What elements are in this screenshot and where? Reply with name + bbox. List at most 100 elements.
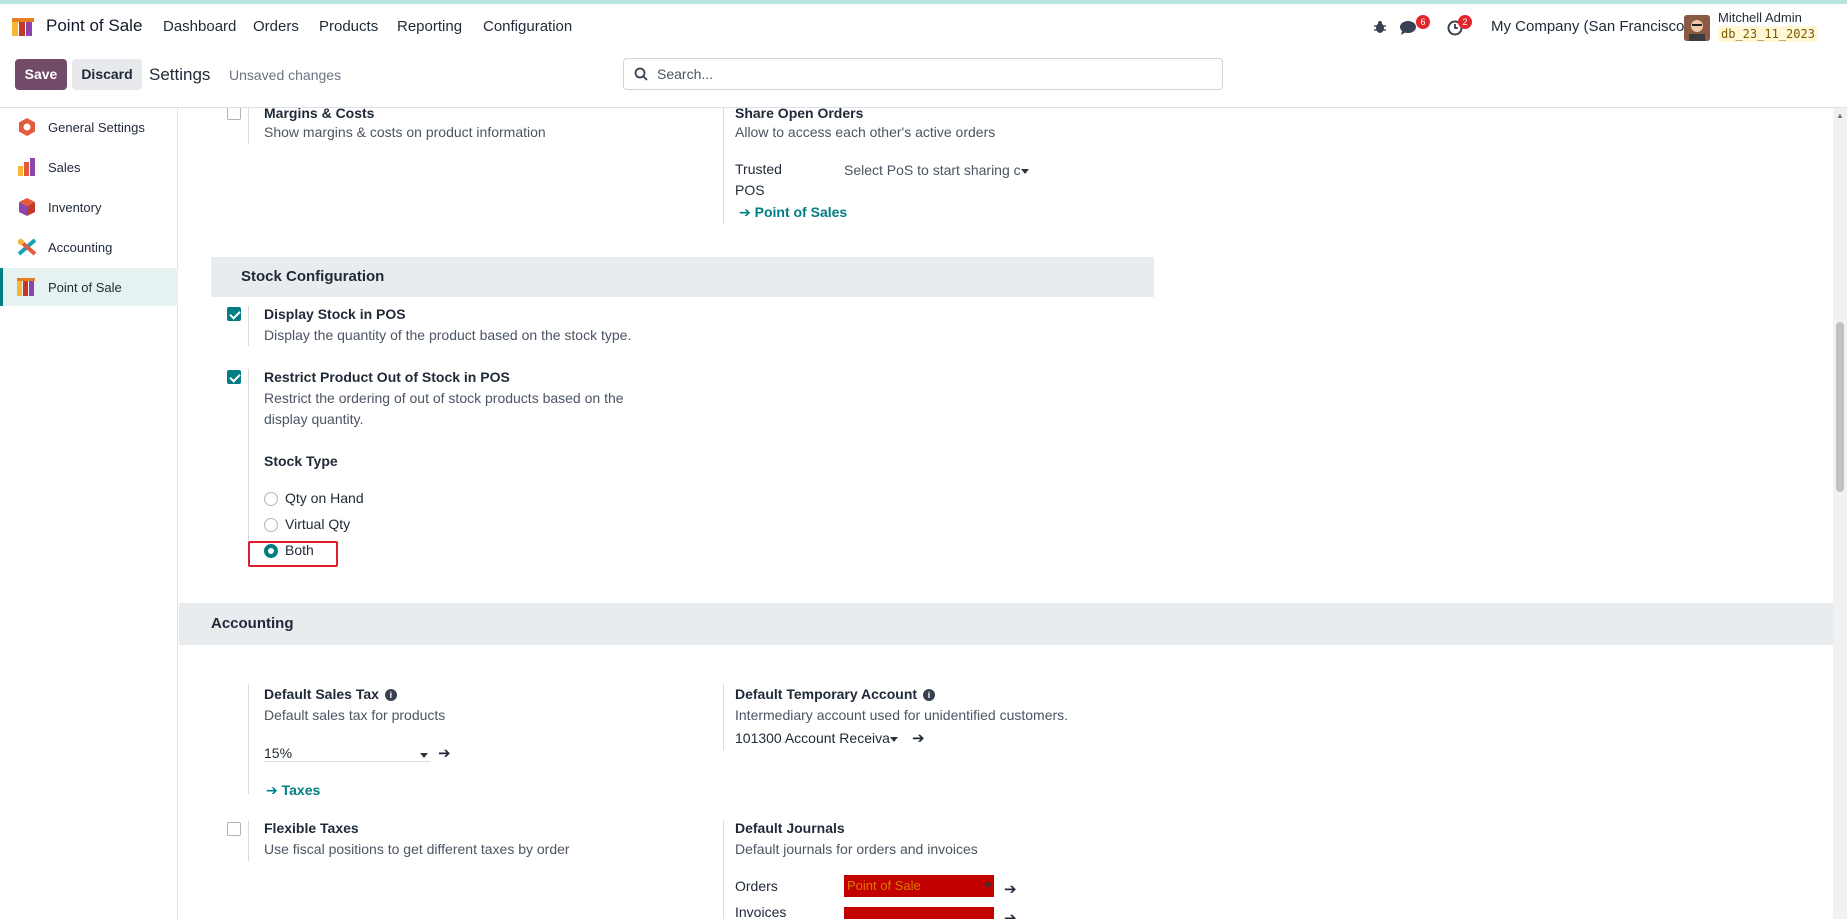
margins-costs-checkbox[interactable] [227,108,241,120]
sidebar-item-accounting[interactable]: Accounting [0,228,178,266]
sidebar-item-point-of-sale[interactable]: Point of Sale [0,268,178,306]
internal-link-arrow-icon[interactable]: ➔ [438,744,451,762]
accounting-section: Accounting [179,603,1833,645]
flexible-taxes-desc: Use fiscal positions to get different ta… [264,841,570,857]
taxes-link-label: Taxes [281,782,321,798]
stock-type-option-label[interactable]: Qty on Hand [285,490,364,506]
search-input[interactable]: Search... [657,66,713,82]
default-temp-account-desc: Intermediary account used for unidentifi… [735,707,1069,723]
company-switcher[interactable]: My Company (San Francisco) [1491,18,1689,35]
scroll-up-arrow-icon[interactable]: ▲ [1836,111,1844,120]
general-settings-icon [19,118,35,136]
vertical-scrollbar[interactable]: ▲ [1833,108,1847,919]
control-panel: Save Discard Settings Unsaved changes Se… [0,50,1847,108]
highlight-box [248,541,338,567]
stock-type-label: Stock Type [264,453,338,469]
section-title: Accounting [211,615,294,632]
setting-divider [248,369,249,567]
display-stock-title: Display Stock in POS [264,306,406,322]
menu-products[interactable]: Products [319,18,378,35]
discard-button[interactable]: Discard [72,59,142,90]
save-button[interactable]: Save [15,59,67,90]
default-temp-account-title: Default Temporary Account i [735,686,936,702]
menu-reporting[interactable]: Reporting [397,18,462,35]
internal-link-arrow-icon[interactable]: ➔ [1004,880,1017,898]
internal-link-arrow-icon[interactable]: ➔ [912,729,925,747]
menu-configuration[interactable]: Configuration [483,18,572,35]
sidebar-item-sales[interactable]: Sales [0,148,178,186]
settings-sidebar: General Settings Sales Inventory Account… [0,108,178,919]
default-sales-tax-select[interactable]: 15% [264,745,430,762]
point-of-sale-icon [17,278,35,296]
restrict-stock-desc-2: display quantity. [264,411,364,427]
trusted-pos-select[interactable]: Select PoS to start sharing c [844,162,1029,178]
sidebar-item-general-settings[interactable]: General Settings [0,108,178,146]
setting-divider [248,108,249,144]
setting-divider [248,684,249,794]
dropdown-caret-icon [889,736,898,742]
sidebar-item-label: Accounting [48,240,113,255]
setting-divider [723,821,724,919]
share-open-orders-title: Share Open Orders [735,108,864,121]
margins-costs-title: Margins & Costs [264,108,375,121]
info-icon[interactable]: i [923,689,936,701]
default-temp-account-select[interactable]: 101300 Account Receiva [735,730,898,746]
section-title: Stock Configuration [241,268,385,285]
margins-costs-desc: Show margins & costs on product informat… [264,124,546,140]
user-avatar[interactable] [1684,15,1710,41]
sidebar-item-label: General Settings [48,120,145,135]
flexible-taxes-title: Flexible Taxes [264,820,359,836]
setting-divider [248,821,249,861]
default-sales-tax-title-text: Default Sales Tax [264,686,379,702]
default-sales-tax-value: 15% [264,745,293,761]
default-journals-title: Default Journals [735,820,845,836]
orders-journal-value: Point of Sale [847,878,921,893]
sidebar-item-inventory[interactable]: Inventory [0,188,178,226]
messages-badge: 6 [1416,15,1430,29]
internal-link-arrow-icon[interactable]: ➔ [1004,909,1017,919]
menu-dashboard[interactable]: Dashboard [163,18,236,35]
database-name: db_23_11_2023 [1718,26,1818,42]
menu-orders[interactable]: Orders [253,18,299,35]
search-icon [634,67,648,81]
default-sales-tax-title: Default Sales Tax i [264,686,397,702]
point-of-sales-link-label: Point of Sales [754,204,848,220]
restrict-stock-checkbox[interactable] [227,370,241,384]
point-of-sale-logo-icon[interactable] [12,18,36,38]
user-name[interactable]: Mitchell Admin [1718,10,1802,25]
unsaved-changes-indicator: Unsaved changes [229,67,342,83]
trusted-pos-placeholder: Select PoS to start sharing c [844,162,1021,178]
taxes-link[interactable]: ➔ Taxes [266,782,320,799]
search-box[interactable]: Search... [623,58,1223,90]
stock-type-option-label[interactable]: Virtual Qty [285,516,350,532]
point-of-sales-link[interactable]: ➔ Point of Sales [739,204,847,221]
bug-icon[interactable] [1373,20,1387,34]
default-sales-tax-desc: Default sales tax for products [264,707,446,723]
sidebar-item-label: Point of Sale [48,280,122,295]
trusted-pos-label-2: POS [735,182,765,198]
info-icon[interactable]: i [384,689,397,701]
default-journals-desc: Default journals for orders and invoices [735,841,978,857]
display-stock-desc: Display the quantity of the product base… [264,327,632,343]
display-stock-checkbox[interactable] [227,307,241,321]
invoices-journal-select[interactable] [844,907,994,919]
trusted-pos-label: Trusted [735,161,782,177]
app-name[interactable]: Point of Sale [46,16,142,36]
stock-type-radio-virtual-qty[interactable] [264,518,278,532]
dropdown-caret-icon [984,883,992,888]
settings-content: Margins & Costs Show margins & costs on … [179,108,1833,919]
share-open-orders-desc: Allow to access each other's active orde… [735,124,996,140]
inventory-icon [19,198,35,216]
scrollbar-thumb[interactable] [1836,322,1844,492]
orders-journal-label: Orders [735,878,778,894]
setting-divider [723,108,724,224]
orders-journal-select[interactable]: Point of Sale [844,875,994,897]
accounting-icon [17,238,37,256]
default-temp-account-value: 101300 Account Receiva [735,730,890,746]
default-temp-account-title-text: Default Temporary Account [735,686,918,702]
avatar-image-icon [1684,15,1710,41]
main-navbar: Point of Sale Dashboard Orders Products … [0,4,1847,50]
activities-badge: 2 [1458,15,1472,29]
stock-type-radio-qty-on-hand[interactable] [264,492,278,506]
flexible-taxes-checkbox[interactable] [227,822,241,836]
